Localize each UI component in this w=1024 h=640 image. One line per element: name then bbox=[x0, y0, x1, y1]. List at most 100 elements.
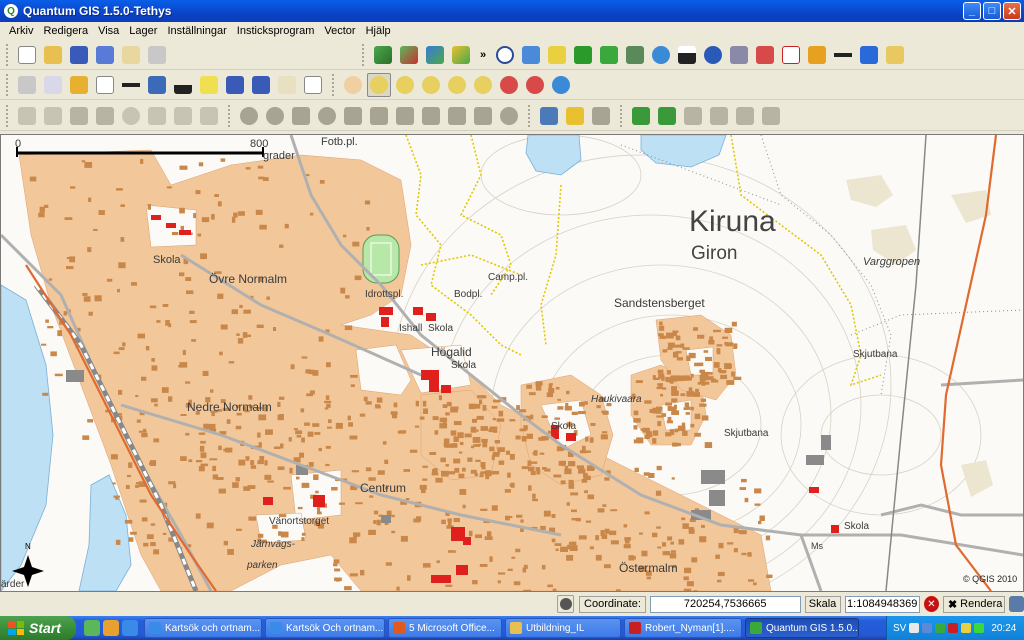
save-edits-icon[interactable] bbox=[41, 104, 65, 128]
select-features-icon[interactable] bbox=[41, 73, 65, 97]
label-abc-icon[interactable] bbox=[275, 73, 299, 97]
tray-1-icon[interactable] bbox=[909, 623, 920, 633]
split-icon[interactable] bbox=[445, 104, 469, 128]
save-as-button[interactable] bbox=[93, 43, 117, 67]
zoom-selection-icon[interactable] bbox=[445, 73, 469, 97]
print-button[interactable] bbox=[145, 43, 169, 67]
attribute-table-icon[interactable] bbox=[93, 73, 117, 97]
copyright-label-icon[interactable] bbox=[493, 43, 517, 67]
print-composer-button[interactable] bbox=[119, 43, 143, 67]
scalebar-icon[interactable] bbox=[831, 43, 855, 67]
render-checkbox[interactable]: ✖ Rendera bbox=[942, 595, 1005, 613]
zoom-last-icon[interactable] bbox=[497, 73, 521, 97]
crs-icon[interactable] bbox=[1008, 596, 1024, 612]
save-project-button[interactable] bbox=[67, 43, 91, 67]
table-icon[interactable] bbox=[623, 43, 647, 67]
copy-icon[interactable] bbox=[171, 104, 195, 128]
language-indicator[interactable]: SV bbox=[893, 623, 906, 634]
new-bookmark-icon[interactable] bbox=[223, 73, 247, 97]
zoom-out-icon[interactable] bbox=[393, 73, 417, 97]
map-canvas[interactable]: 0 800 grader Fotb.pl. Kiruna Giron Vargg… bbox=[0, 134, 1024, 592]
move-feature-icon[interactable] bbox=[67, 104, 91, 128]
zoom-next-icon[interactable] bbox=[523, 73, 547, 97]
measure-area-icon[interactable] bbox=[145, 73, 169, 97]
maximize-button[interactable]: □ bbox=[983, 2, 1001, 20]
bus-icon[interactable] bbox=[857, 43, 881, 67]
add-island-icon[interactable] bbox=[341, 104, 365, 128]
measure-icon[interactable] bbox=[519, 43, 543, 67]
add-postgis-layer-button[interactable] bbox=[423, 43, 447, 67]
delete-ring-icon[interactable] bbox=[367, 104, 391, 128]
zoom-layer-icon[interactable] bbox=[471, 73, 495, 97]
tray-2-icon[interactable] bbox=[922, 623, 933, 633]
merge-icon[interactable] bbox=[471, 104, 495, 128]
ie-icon[interactable] bbox=[122, 620, 138, 636]
start-button[interactable]: Start bbox=[0, 616, 76, 640]
reshape-icon[interactable] bbox=[419, 104, 443, 128]
tray-5-icon[interactable] bbox=[961, 623, 972, 633]
globe-icon[interactable] bbox=[649, 43, 673, 67]
menu-visa[interactable]: Visa bbox=[93, 25, 124, 37]
cut-icon[interactable] bbox=[145, 104, 169, 128]
quicklaunch-1-icon[interactable] bbox=[84, 620, 100, 636]
open-project-button[interactable] bbox=[41, 43, 65, 67]
grass-tools-icon[interactable] bbox=[655, 104, 679, 128]
task-utbildning[interactable]: Utbildning_IL bbox=[505, 618, 621, 638]
task-robert-nyman[interactable]: Robert_Nyman[1].... bbox=[624, 618, 742, 638]
plugin-gray-icon[interactable] bbox=[589, 104, 613, 128]
tray-4-icon[interactable] bbox=[948, 623, 959, 633]
georeferencer-icon[interactable] bbox=[537, 104, 561, 128]
task-qgis[interactable]: Quantum GIS 1.5.0.... bbox=[745, 618, 859, 638]
zoom-full-icon[interactable] bbox=[419, 73, 443, 97]
profile-icon[interactable] bbox=[675, 43, 699, 67]
minimize-button[interactable]: _ bbox=[963, 2, 981, 20]
task-kartsok-1[interactable]: Kartsök och ortnam... bbox=[144, 618, 262, 638]
simplify-icon[interactable] bbox=[289, 104, 313, 128]
delete-selected-icon[interactable] bbox=[119, 104, 143, 128]
task-kartsok-2[interactable]: Kartsök Och ortnam... bbox=[265, 618, 385, 638]
paste-icon[interactable] bbox=[197, 104, 221, 128]
pan-hand-icon[interactable] bbox=[341, 73, 365, 97]
menu-installningar[interactable]: Inställningar bbox=[162, 25, 231, 37]
plugin-manager-icon[interactable] bbox=[753, 43, 777, 67]
menu-lager[interactable]: Lager bbox=[124, 25, 162, 37]
measure-line-icon[interactable] bbox=[119, 73, 143, 97]
menu-redigera[interactable]: Redigera bbox=[38, 25, 93, 37]
close-button[interactable]: ✕ bbox=[1003, 2, 1021, 20]
node-tool-icon[interactable] bbox=[93, 104, 117, 128]
plugin-green-icon[interactable] bbox=[571, 43, 595, 67]
add-ring-icon[interactable] bbox=[315, 104, 339, 128]
task-office[interactable]: 5 Microsoft Office... bbox=[388, 618, 502, 638]
add-vector-layer-button[interactable] bbox=[371, 43, 395, 67]
menu-insticksprogram[interactable]: Insticksprogram bbox=[232, 25, 320, 37]
pdf-icon[interactable] bbox=[779, 43, 803, 67]
star-plugin-icon[interactable] bbox=[563, 104, 587, 128]
add-raster-layer-button[interactable] bbox=[397, 43, 421, 67]
grass-disabled-1-icon[interactable] bbox=[681, 104, 705, 128]
add-spatialite-layer-button[interactable] bbox=[449, 43, 473, 67]
rotate-icon[interactable] bbox=[497, 104, 521, 128]
quicklaunch-2-icon[interactable] bbox=[103, 620, 119, 636]
deselect-icon[interactable] bbox=[67, 73, 91, 97]
tray-3-icon[interactable] bbox=[935, 623, 946, 633]
stop-render-icon[interactable]: ✕ bbox=[923, 596, 939, 612]
measure-angle-icon[interactable] bbox=[171, 73, 195, 97]
undo-icon[interactable] bbox=[237, 104, 261, 128]
toolbar-overflow[interactable]: » bbox=[474, 49, 492, 61]
d2s-icon[interactable] bbox=[545, 43, 569, 67]
scale-field[interactable]: 1:1084948369 bbox=[844, 595, 920, 613]
menu-hjalp[interactable]: Hjälp bbox=[361, 25, 396, 37]
map-svg[interactable]: 0 800 grader Fotb.pl. Kiruna Giron Vargg… bbox=[1, 135, 1023, 591]
toggle-extents-icon[interactable] bbox=[557, 595, 575, 613]
new-project-button[interactable] bbox=[15, 43, 39, 67]
identify-icon[interactable] bbox=[15, 73, 39, 97]
tray-6-icon[interactable] bbox=[974, 623, 985, 633]
map-tips-icon[interactable] bbox=[197, 73, 221, 97]
menu-vector[interactable]: Vector bbox=[319, 25, 360, 37]
edit-icon[interactable] bbox=[805, 43, 829, 67]
refresh-icon[interactable] bbox=[549, 73, 573, 97]
delete-part-icon[interactable] bbox=[393, 104, 417, 128]
toggle-editing-icon[interactable] bbox=[15, 104, 39, 128]
coordinate-field[interactable]: 720254,7536665 bbox=[649, 595, 801, 613]
grass-disabled-4-icon[interactable] bbox=[759, 104, 783, 128]
